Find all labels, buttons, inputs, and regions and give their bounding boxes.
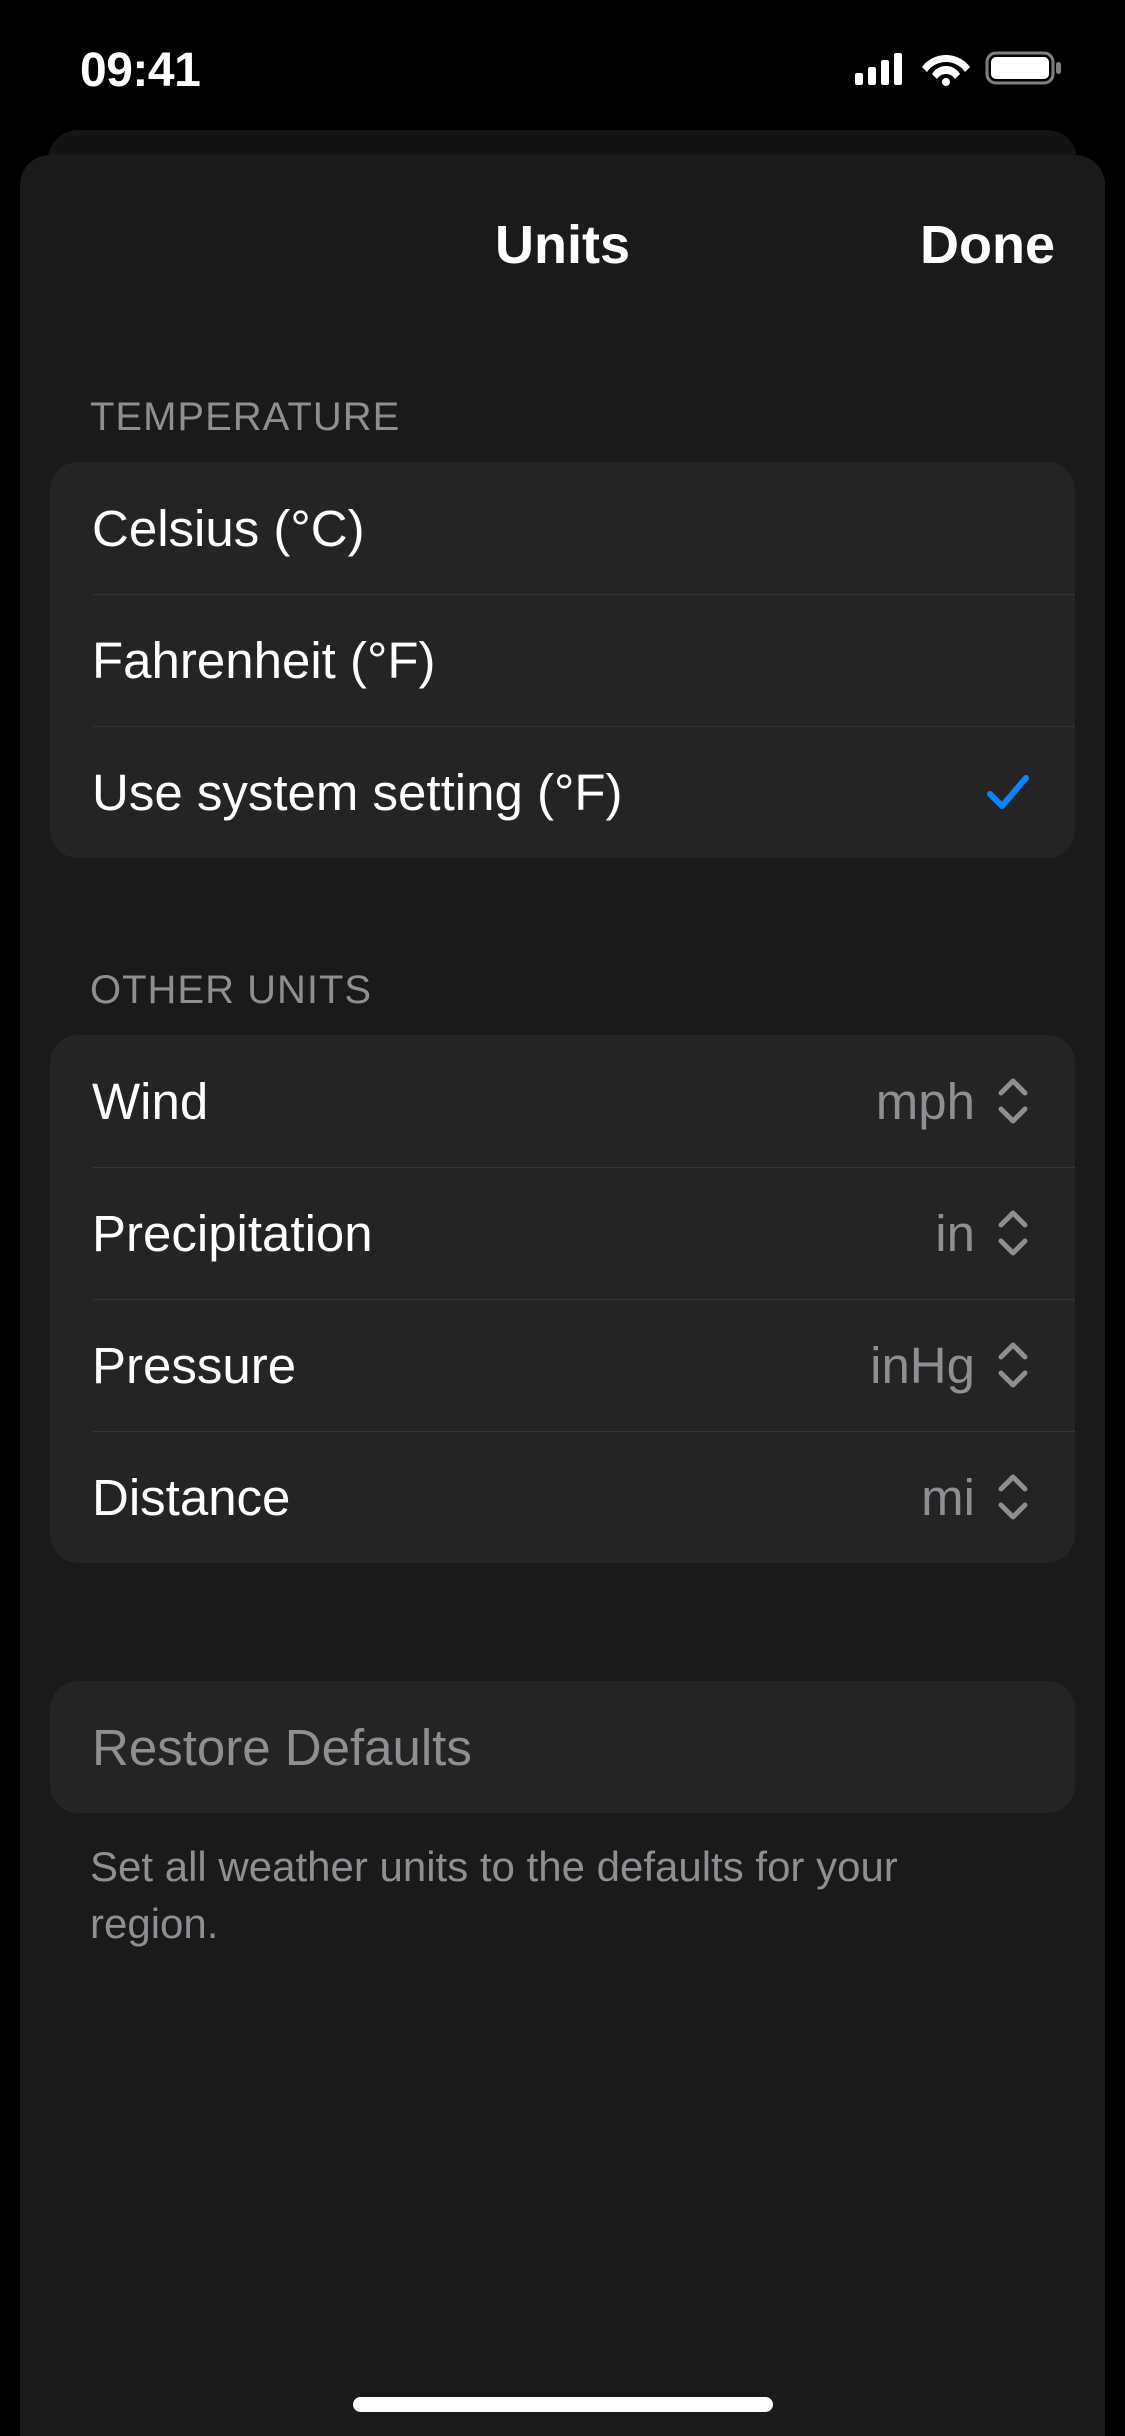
- row-label: Restore Defaults: [92, 1718, 472, 1777]
- wifi-icon: [921, 50, 971, 91]
- done-button[interactable]: Done: [920, 214, 1055, 276]
- cellular-icon: [855, 51, 907, 90]
- up-down-chevron-icon: [993, 1337, 1033, 1393]
- restore-group: Restore Defaults: [50, 1681, 1075, 1813]
- row-label: Celsius (°C): [92, 499, 365, 558]
- other-units-group: Wind mph Precipitation in: [50, 1035, 1075, 1563]
- unit-value: mi: [921, 1468, 975, 1527]
- temperature-option-system[interactable]: Use system setting (°F): [50, 726, 1075, 858]
- status-indicators: [855, 49, 1065, 92]
- row-label: Fahrenheit (°F): [92, 631, 436, 690]
- row-label: Use system setting (°F): [92, 763, 623, 822]
- row-label: Distance: [92, 1468, 290, 1527]
- section-header-other-units: OTHER UNITS: [50, 968, 1075, 1035]
- section-header-temperature: TEMPERATURE: [50, 395, 1075, 462]
- restore-defaults-button[interactable]: Restore Defaults: [50, 1681, 1075, 1813]
- row-label: Precipitation: [92, 1204, 373, 1263]
- status-bar: 09:41: [0, 0, 1125, 140]
- home-indicator: [353, 2397, 773, 2412]
- unit-value: mph: [876, 1072, 975, 1131]
- unit-row-wind[interactable]: Wind mph: [50, 1035, 1075, 1167]
- unit-value: in: [935, 1204, 975, 1263]
- row-label: Pressure: [92, 1336, 296, 1395]
- temperature-option-fahrenheit[interactable]: Fahrenheit (°F): [50, 594, 1075, 726]
- checkmark-icon: [983, 767, 1033, 817]
- units-sheet: Units Done TEMPERATURE Celsius (°C) Fahr…: [20, 155, 1105, 2436]
- restore-footer-text: Set all weather units to the defaults fo…: [50, 1813, 1075, 1952]
- unit-row-distance[interactable]: Distance mi: [50, 1431, 1075, 1563]
- up-down-chevron-icon: [993, 1073, 1033, 1129]
- temperature-group: Celsius (°C) Fahrenheit (°F) Use system …: [50, 462, 1075, 858]
- up-down-chevron-icon: [993, 1469, 1033, 1525]
- row-label: Wind: [92, 1072, 208, 1131]
- sheet-title: Units: [495, 214, 630, 276]
- battery-icon: [985, 49, 1065, 92]
- sheet-header: Units Done: [20, 195, 1105, 295]
- status-time: 09:41: [80, 43, 200, 98]
- unit-value: inHg: [870, 1336, 975, 1395]
- up-down-chevron-icon: [993, 1205, 1033, 1261]
- unit-row-precipitation[interactable]: Precipitation in: [50, 1167, 1075, 1299]
- temperature-option-celsius[interactable]: Celsius (°C): [50, 462, 1075, 594]
- unit-row-pressure[interactable]: Pressure inHg: [50, 1299, 1075, 1431]
